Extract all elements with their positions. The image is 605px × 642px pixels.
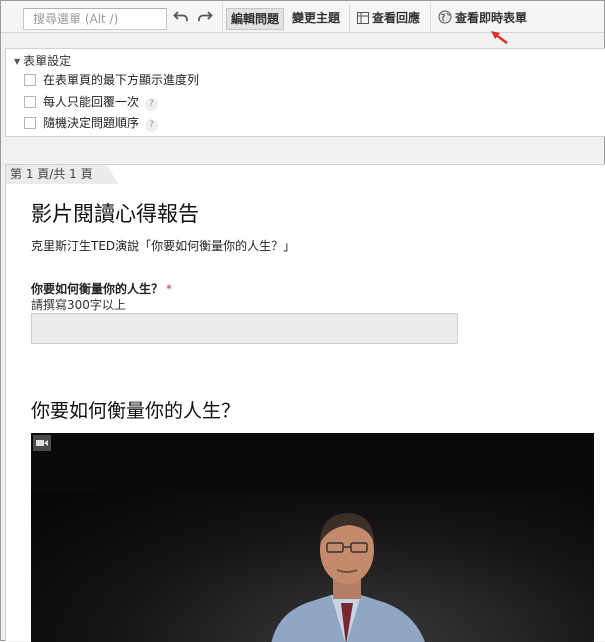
form-settings-panel: ▼ 表單設定 在表單頁的最下方顯示進度列 每人只能回覆一次? 隨機決定問題順序? [5,48,605,137]
question-title[interactable]: 你要如何衡量你的人生？ * [31,280,172,297]
view-live-form-button[interactable]: 查看即時表單 [434,8,531,30]
form-page: 第 1 頁/共 1 頁 影片閱讀心得報告 克里斯汀生TED演說「你要如何衡量你的… [5,164,605,642]
view-live-form-label: 查看即時表單 [455,11,528,25]
annotation-arrow-icon [489,30,511,49]
globe-icon [438,10,452,30]
speaker-image [261,495,431,642]
toolbar-divider [349,3,350,32]
setting-label: 在表單頁的最下方顯示進度列 [43,73,200,87]
form-title[interactable]: 影片閱讀心得報告 [31,198,199,228]
edit-questions-button[interactable]: 編輯問題 [226,8,285,30]
question-help-text: 請撰寫300字以上 [31,298,126,312]
toolbar-divider [430,3,431,32]
video-camera-icon [33,435,51,451]
required-mark: * [166,282,173,296]
help-icon[interactable]: ? [145,98,159,111]
toolbar-divider [222,3,223,32]
help-icon[interactable]: ? [145,119,159,132]
checkbox[interactable] [24,117,36,129]
form-description[interactable]: 克里斯汀生TED演說「你要如何衡量你的人生？」 [31,237,295,254]
question-title-text: 你要如何衡量你的人生？ [31,282,164,296]
setting-label: 每人只能回覆一次 [43,95,140,109]
setting-progress-bar[interactable]: 在表單頁的最下方顯示進度列 [24,72,199,88]
form-settings-heading: 表單設定 [23,54,72,68]
toolbar: 搜尋選單 (Alt /) 編輯問題 變更主題 查看回應 查看即時表單 [1,1,604,33]
setting-one-response[interactable]: 每人只能回覆一次? [24,94,159,111]
page-indicator-tab: 第 1 頁/共 1 頁 [6,165,119,184]
checkbox[interactable] [24,96,36,108]
table-icon [357,10,369,30]
answer-text-field[interactable] [31,313,458,344]
collapse-triangle-icon: ▼ [14,57,21,66]
view-responses-label: 查看回應 [372,11,421,25]
menu-search-input[interactable]: 搜尋選單 (Alt /) [23,8,167,30]
redo-icon[interactable] [195,8,215,28]
view-responses-button[interactable]: 查看回應 [353,8,424,30]
undo-icon[interactable] [171,8,191,28]
checkbox[interactable] [24,74,36,86]
setting-label: 隨機決定問題順序 [43,116,140,130]
video-player[interactable] [31,433,594,642]
setting-shuffle-questions[interactable]: 隨機決定問題順序? [24,115,159,132]
video-heading[interactable]: 你要如何衡量你的人生？ [31,396,240,423]
change-theme-button[interactable]: 變更主題 [288,8,344,30]
form-settings-toggle[interactable]: ▼ 表單設定 [14,52,71,69]
